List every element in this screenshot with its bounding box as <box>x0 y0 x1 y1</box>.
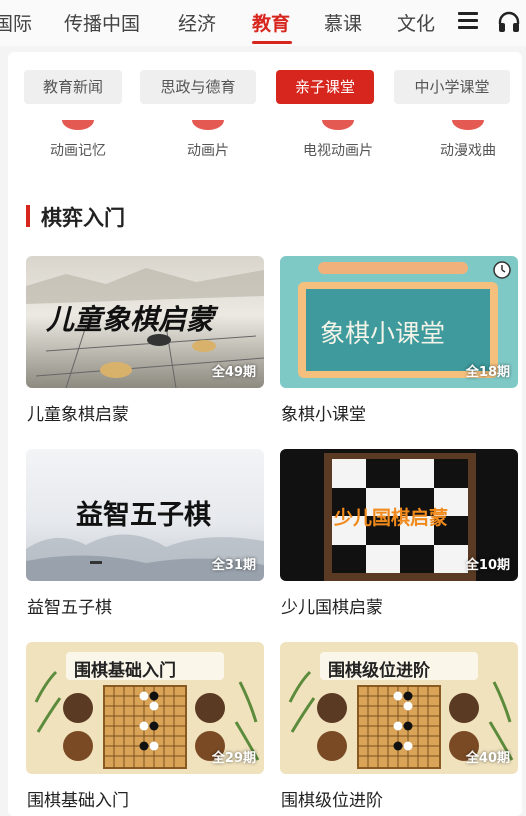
course-card-go-advanced[interactable]: 围棋级位进阶 全40期 <box>280 642 518 774</box>
board-square <box>434 459 468 488</box>
nav-item-mooc[interactable]: 慕课 <box>324 9 362 36</box>
board-square <box>366 544 400 573</box>
category-label-cartoon[interactable]: 动画片 <box>153 140 263 160</box>
episode-count: 全49期 <box>211 365 256 380</box>
thumbnail-caption: 象棋小课堂 <box>320 319 446 348</box>
nav-item-education[interactable]: 教育 <box>252 9 290 36</box>
course-card-xiangqi-class[interactable]: 象棋小课堂 全18期 <box>280 256 518 388</box>
board-square <box>400 544 434 573</box>
nav-item-economy[interactable]: 经济 <box>178 9 216 36</box>
course-card-gomoku[interactable]: 益智五子棋 全31期 <box>26 449 264 581</box>
episode-count: 全31期 <box>211 558 256 573</box>
course-title[interactable]: 围棋级位进阶 <box>281 786 383 811</box>
thumbnail-caption: 儿童象棋启蒙 <box>46 303 215 336</box>
section-marker <box>26 205 30 227</box>
subtab-education-news[interactable]: 教育新闻 <box>24 70 122 104</box>
episode-count: 全18期 <box>465 365 510 380</box>
board-square <box>434 544 468 573</box>
episode-count: 全10期 <box>465 558 510 573</box>
top-nav: 国际 传播中国 经济 教育 慕课 文化 <box>0 0 526 46</box>
clock-icon <box>493 261 511 279</box>
nav-item-international[interactable]: 国际 <box>0 9 32 36</box>
section-title: 棋弈入门 <box>41 206 125 230</box>
nav-item-china[interactable]: 传播中国 <box>64 9 140 36</box>
active-tab-indicator <box>252 41 292 44</box>
board-top-bar <box>318 262 468 274</box>
nav-item-culture[interactable]: 文化 <box>397 9 435 36</box>
subtab-parent-child[interactable]: 亲子课堂 <box>276 70 374 104</box>
course-title[interactable]: 益智五子棋 <box>27 593 112 618</box>
thumbnail-caption: 少儿国棋启蒙 <box>334 507 449 529</box>
board-square <box>332 459 366 488</box>
board-square <box>400 459 434 488</box>
course-card-go-basics[interactable]: 围棋基础入门 全29期 <box>26 642 264 774</box>
course-title[interactable]: 围棋基础入门 <box>27 786 129 811</box>
board-square <box>332 544 366 573</box>
course-title[interactable]: 象棋小课堂 <box>281 400 366 425</box>
board-square <box>366 459 400 488</box>
episode-count: 全40期 <box>465 751 510 766</box>
headphones-icon[interactable] <box>497 10 521 34</box>
course-card-kids-chess[interactable]: 少儿国棋启蒙 全10期 <box>280 449 518 581</box>
course-card-kids-xiangqi[interactable]: 儿童象棋启蒙 全49期 <box>26 256 264 388</box>
menu-icon[interactable] <box>458 12 478 30</box>
category-label-animation-memory[interactable]: 动画记忆 <box>23 140 133 160</box>
course-title[interactable]: 儿童象棋启蒙 <box>27 400 129 425</box>
course-title[interactable]: 少儿国棋启蒙 <box>281 593 383 618</box>
thumbnail-caption: 益智五子棋 <box>76 500 211 531</box>
category-label-anime-opera[interactable]: 动漫戏曲 <box>413 140 523 160</box>
episode-count: 全29期 <box>211 751 256 766</box>
category-label-tv-cartoon[interactable]: 电视动画片 <box>283 140 393 160</box>
subtab-ideology[interactable]: 思政与德育 <box>140 70 256 104</box>
subtab-school-class[interactable]: 中小学课堂 <box>394 70 510 104</box>
